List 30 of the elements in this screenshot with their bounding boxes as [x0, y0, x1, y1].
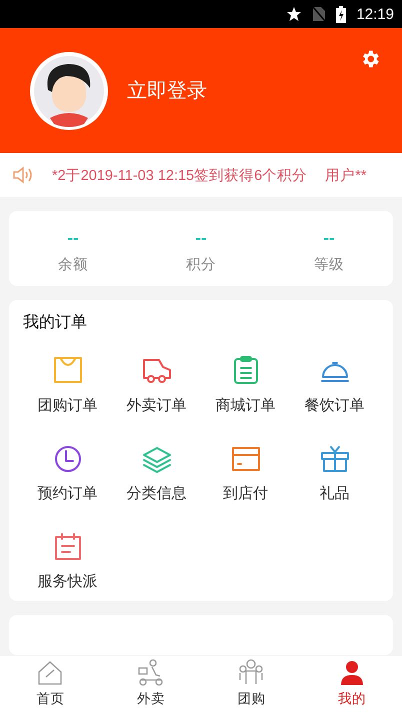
- section-title: 我的订单: [23, 312, 88, 333]
- order-item-label[interactable]: 服务快派: [38, 572, 98, 591]
- stat-label: 余额: [58, 256, 88, 274]
- stat-value: --: [195, 231, 207, 247]
- order-item-label[interactable]: 到店付: [223, 484, 268, 503]
- speaker-icon: [12, 165, 34, 185]
- stat-value: --: [67, 231, 79, 247]
- login-link[interactable]: 立即登录: [127, 77, 207, 104]
- order-item-label[interactable]: 外卖订单: [126, 396, 186, 415]
- order-item-label[interactable]: 预约订单: [38, 484, 98, 503]
- nav-tab[interactable]: 团购: [201, 656, 302, 714]
- star-icon: [286, 6, 302, 22]
- notice-text: *2于2019-11-03 12:15签到获得6个积分: [52, 166, 308, 184]
- stat-value: --: [323, 231, 335, 247]
- nav-tab[interactable]: 我的: [302, 656, 402, 714]
- order-item-label[interactable]: 餐饮订单: [304, 396, 364, 415]
- order-item-label[interactable]: 礼品: [320, 484, 350, 503]
- order-item-label[interactable]: 分类信息: [126, 484, 186, 503]
- battery-charging-icon: [336, 6, 346, 22]
- nav-tab[interactable]: 外卖: [100, 656, 201, 714]
- gift-icon: [318, 443, 350, 475]
- status-time: 12:19: [356, 6, 394, 22]
- no-sim-icon: [312, 6, 326, 22]
- order-item-label[interactable]: 团购订单: [38, 396, 98, 415]
- stat-label: 积分: [186, 256, 216, 274]
- stat-label: 等级: [314, 256, 344, 274]
- avatar[interactable]: [30, 52, 108, 130]
- notice-text: 用户**: [325, 166, 366, 184]
- order-item-label[interactable]: 商城订单: [216, 396, 276, 415]
- nav-tab[interactable]: 首页: [0, 656, 100, 714]
